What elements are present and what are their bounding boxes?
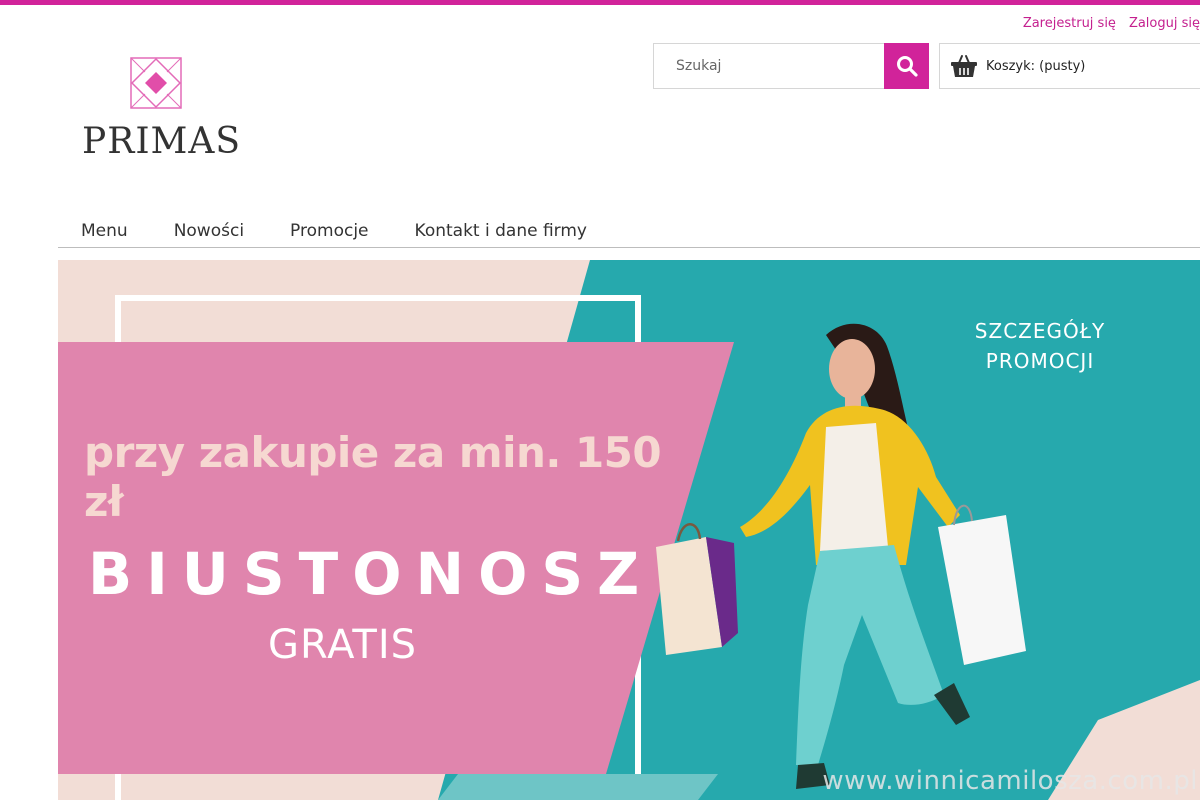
promo-banner[interactable]: przy zakupie za min. 150 zł BIUSTONOSZ G…	[58, 260, 1200, 800]
promo-details-line1: SZCZEGÓŁY	[974, 319, 1106, 343]
main-nav: Menu Nowości Promocje Kontakt i dane fir…	[58, 218, 1200, 248]
nav-item-contact[interactable]: Kontakt i dane firmy	[392, 218, 610, 247]
top-accent-bar	[0, 0, 1200, 5]
watermark-text: www.winnicamilosza.com.pl	[822, 766, 1198, 796]
cart-label: Koszyk: (pusty)	[986, 58, 1086, 74]
promo-details-link[interactable]: SZCZEGÓŁY PROMOCJI	[970, 316, 1110, 376]
promo-product-text: BIUSTONOSZ	[88, 540, 654, 608]
nav-item-promotions[interactable]: Promocje	[267, 218, 391, 247]
promo-details-line2: PROMOCJI	[985, 349, 1095, 373]
nav-item-news[interactable]: Nowości	[151, 218, 267, 247]
promo-condition-text: przy zakupie za min. 150 zł	[84, 428, 662, 526]
basket-icon	[951, 55, 977, 77]
search-button[interactable]	[884, 43, 929, 89]
search-icon	[896, 56, 918, 77]
search-box	[653, 43, 929, 89]
logo[interactable]: PRIMAS	[80, 55, 240, 165]
search-input[interactable]	[654, 44, 884, 88]
promo-gratis-text: GRATIS	[268, 622, 418, 668]
register-link[interactable]: Zarejestruj się	[1023, 16, 1116, 31]
login-link[interactable]: Zaloguj się	[1129, 16, 1200, 31]
cart-button[interactable]: Koszyk: (pusty)	[939, 43, 1200, 89]
logo-diamond-icon	[130, 57, 182, 109]
user-links: Zarejestruj się Zaloguj się	[1023, 16, 1200, 31]
nav-item-menu[interactable]: Menu	[58, 218, 151, 247]
woman-with-shopping-bags-image	[656, 323, 1026, 789]
logo-text: PRIMAS	[82, 121, 242, 162]
